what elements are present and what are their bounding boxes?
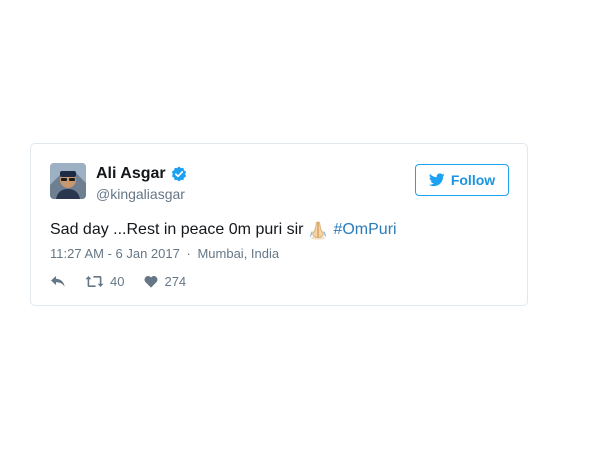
- heart-icon: [145, 276, 158, 288]
- meta-separator: ·: [186, 246, 191, 261]
- tweet-actions: 40 274: [50, 274, 186, 289]
- retweet-count: 40: [110, 274, 125, 289]
- folded-hands-icon: [308, 220, 328, 240]
- handle[interactable]: @kingaliasgar: [96, 186, 185, 202]
- avatar[interactable]: [50, 163, 86, 199]
- verified-badge-icon: [171, 166, 187, 182]
- retweet-button[interactable]: 40: [85, 274, 124, 289]
- user-avatar-icon: [50, 163, 86, 199]
- tweet-text: Sad day ...Rest in peace 0m puri sir #Om…: [50, 219, 397, 241]
- follow-button[interactable]: Follow: [415, 164, 509, 196]
- tweet-body: Sad day ...Rest in peace 0m puri sir: [50, 221, 304, 238]
- follow-button-label: Follow: [450, 172, 496, 188]
- location-link[interactable]: Mumbai, India: [197, 246, 279, 261]
- like-count: 274: [164, 274, 187, 289]
- author-name-row[interactable]: Ali Asgar: [96, 165, 187, 183]
- timestamp-link[interactable]: 11:27 AM - 6 Jan 2017: [50, 246, 180, 261]
- twitter-bird-icon: [428, 173, 445, 187]
- retweet-icon: [85, 276, 104, 287]
- reply-icon: [51, 276, 65, 287]
- tweet-meta: 11:27 AM - 6 Jan 2017 · Mumbai, India: [50, 246, 279, 262]
- reply-button[interactable]: [50, 275, 66, 288]
- page: Ali Asgar @kingaliasgar Follow Sad day .…: [0, 0, 600, 450]
- hashtag-link[interactable]: #OmPuri: [333, 219, 396, 241]
- tweet-card: Ali Asgar @kingaliasgar Follow Sad day .…: [30, 143, 528, 306]
- display-name[interactable]: Ali Asgar: [96, 165, 166, 183]
- like-button[interactable]: 274: [144, 274, 186, 289]
